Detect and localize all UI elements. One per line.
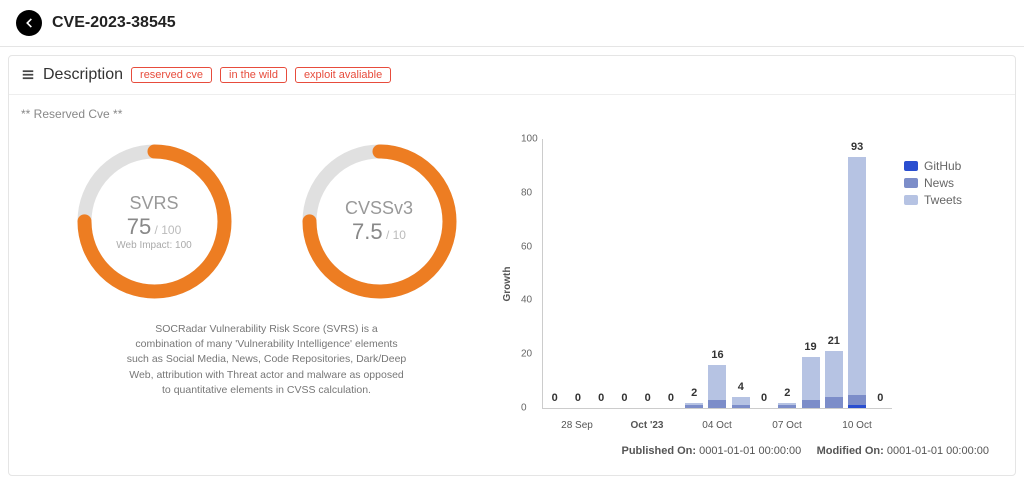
back-button[interactable] — [16, 10, 42, 36]
legend-swatch-tweets — [904, 195, 918, 205]
svrs-gauge: SVRS 75 / 100 Web Impact: 100 — [72, 139, 237, 304]
growth-chart: Growth 0000002164021921930 020406080100 … — [512, 129, 892, 439]
list-icon — [21, 68, 35, 82]
cvss-value: 7.5 — [352, 219, 383, 244]
bar-column: 2 — [778, 403, 796, 408]
chart-ylabel: Growth — [502, 267, 513, 302]
bar-column: 21 — [825, 351, 843, 408]
svrs-title: SVRS — [129, 193, 178, 214]
legend-swatch-github — [904, 161, 918, 171]
cvss-denom: / 10 — [383, 228, 406, 242]
gauges-section: SVRS 75 / 100 Web Impact: 100 CVSSv3 7.5 — [21, 129, 512, 398]
page-title: CVE-2023-38545 — [52, 14, 176, 32]
footer-dates: Published On: 0001-01-01 00:00:00 Modifi… — [21, 439, 1003, 463]
page-header: CVE-2023-38545 — [0, 0, 1024, 47]
chart-area: Growth 0000002164021921930 020406080100 … — [512, 129, 1003, 439]
svrs-denom: / 100 — [151, 223, 181, 237]
legend-github: GitHub — [924, 159, 961, 173]
bar-column: 16 — [708, 365, 726, 408]
tag-exploit-available: exploit avaliable — [295, 67, 391, 83]
panel-head: Description reserved cve in the wild exp… — [9, 56, 1015, 95]
modified-label: Modified On: — [817, 445, 884, 457]
tag-in-the-wild: in the wild — [220, 67, 287, 83]
legend-news: News — [924, 176, 954, 190]
legend-swatch-news — [904, 178, 918, 188]
bar-column: 4 — [732, 397, 750, 408]
bar-column: 19 — [802, 357, 820, 408]
cvss-gauge: CVSSv3 7.5 / 10 — [297, 139, 462, 304]
legend-tweets: Tweets — [924, 193, 962, 207]
bar-column: 93 — [848, 157, 866, 408]
published-value: 0001-01-01 00:00:00 — [699, 445, 801, 457]
svrs-sub: Web Impact: 100 — [116, 240, 191, 251]
description-panel: Description reserved cve in the wild exp… — [8, 55, 1016, 476]
svrs-value: 75 — [127, 214, 151, 239]
chart-legend: GitHub News Tweets — [904, 159, 962, 210]
modified-value: 0001-01-01 00:00:00 — [887, 445, 989, 457]
reserved-label: ** Reserved Cve ** — [21, 107, 1003, 121]
svrs-description: SOCRadar Vulnerability Risk Score (SVRS)… — [127, 322, 407, 398]
panel-title: Description — [43, 66, 123, 84]
published-label: Published On: — [622, 445, 697, 457]
tag-reserved: reserved cve — [131, 67, 212, 83]
arrow-left-icon — [22, 16, 36, 30]
bar-column: 2 — [685, 403, 703, 408]
cvss-title: CVSSv3 — [345, 198, 413, 219]
